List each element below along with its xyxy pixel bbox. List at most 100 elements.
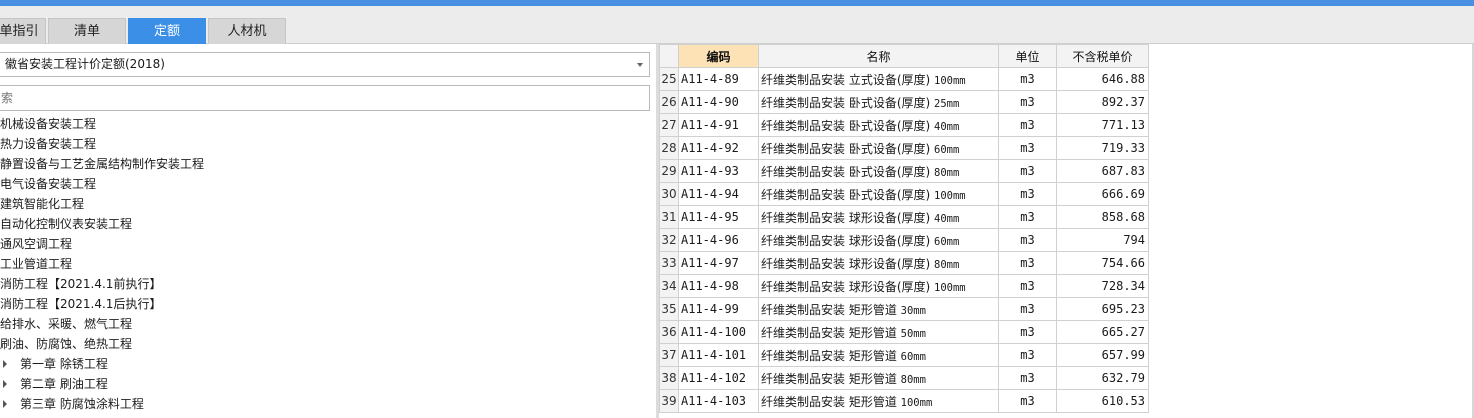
cell-unit[interactable]: m3 xyxy=(998,343,1057,367)
tab-bill-list[interactable]: 清单 xyxy=(48,18,126,44)
tab-list-guide[interactable]: 单指引 xyxy=(0,18,46,44)
cell-code[interactable]: A11-4-98 xyxy=(678,274,759,298)
row-number[interactable]: 31 xyxy=(659,205,679,229)
table-row[interactable]: 26 A11-4-90 纤维类制品安装 卧式设备(厚度) 25mm m3 892.37 xyxy=(659,90,1149,114)
cell-name[interactable]: 纤维类制品安装 卧式设备(厚度) 25mm xyxy=(758,90,999,114)
cell-price[interactable]: 719.33 xyxy=(1056,136,1149,160)
row-number[interactable]: 33 xyxy=(659,251,679,275)
cell-name[interactable]: 纤维类制品安装 卧式设备(厚度) 40mm xyxy=(758,113,999,137)
cell-unit[interactable]: m3 xyxy=(998,320,1057,344)
row-number[interactable]: 26 xyxy=(659,90,679,114)
column-header-unit[interactable]: 单位 xyxy=(998,44,1057,68)
cell-unit[interactable]: m3 xyxy=(998,297,1057,321)
cell-code[interactable]: A11-4-100 xyxy=(678,320,759,344)
tree-item[interactable]: 消防工程【2021.4.1前执行】 xyxy=(0,274,656,294)
table-row[interactable]: 30 A11-4-94 纤维类制品安装 卧式设备(厚度) 100mm m3 666.69 xyxy=(659,182,1149,206)
table-row[interactable]: 36 A11-4-100 纤维类制品安装 矩形管道 50mm m3 665.27 xyxy=(659,320,1149,344)
row-number[interactable]: 32 xyxy=(659,228,679,252)
cell-price[interactable]: 858.68 xyxy=(1056,205,1149,229)
cell-code[interactable]: A11-4-96 xyxy=(678,228,759,252)
cell-code[interactable]: A11-4-94 xyxy=(678,182,759,206)
cell-code[interactable]: A11-4-90 xyxy=(678,90,759,114)
cell-price[interactable]: 695.23 xyxy=(1056,297,1149,321)
quota-library-select[interactable]: 徽省安装工程计价定额(2018) xyxy=(0,52,650,77)
cell-price[interactable]: 666.69 xyxy=(1056,182,1149,206)
cell-price[interactable]: 657.99 xyxy=(1056,343,1149,367)
tree-item[interactable]: 热力设备安装工程 xyxy=(0,134,656,154)
cell-code[interactable]: A11-4-89 xyxy=(678,67,759,91)
cell-unit[interactable]: m3 xyxy=(998,90,1057,114)
tree-item[interactable]: 第一章 除锈工程 xyxy=(0,354,656,374)
cell-name[interactable]: 纤维类制品安装 矩形管道 100mm xyxy=(758,389,999,413)
row-number[interactable]: 29 xyxy=(659,159,679,183)
caret-right-icon[interactable] xyxy=(3,400,7,408)
cell-price[interactable]: 892.37 xyxy=(1056,90,1149,114)
table-row[interactable]: 38 A11-4-102 纤维类制品安装 矩形管道 80mm m3 632.79 xyxy=(659,366,1149,390)
row-number[interactable]: 38 xyxy=(659,366,679,390)
cell-name[interactable]: 纤维类制品安装 卧式设备(厚度) 60mm xyxy=(758,136,999,160)
cell-name[interactable]: 纤维类制品安装 卧式设备(厚度) 80mm xyxy=(758,159,999,183)
cell-unit[interactable]: m3 xyxy=(998,113,1057,137)
cell-code[interactable]: A11-4-102 xyxy=(678,366,759,390)
cell-name[interactable]: 纤维类制品安装 矩形管道 80mm xyxy=(758,366,999,390)
table-row[interactable]: 29 A11-4-93 纤维类制品安装 卧式设备(厚度) 80mm m3 687.83 xyxy=(659,159,1149,183)
tree-item[interactable]: 给排水、采暖、燃气工程 xyxy=(0,314,656,334)
cell-price[interactable]: 665.27 xyxy=(1056,320,1149,344)
cell-unit[interactable]: m3 xyxy=(998,389,1057,413)
cell-code[interactable]: A11-4-93 xyxy=(678,159,759,183)
caret-right-icon[interactable] xyxy=(3,360,7,368)
table-row[interactable]: 37 A11-4-101 纤维类制品安装 矩形管道 60mm m3 657.99 xyxy=(659,343,1149,367)
row-number[interactable]: 35 xyxy=(659,297,679,321)
table-row[interactable]: 31 A11-4-95 纤维类制品安装 球形设备(厚度) 40mm m3 858.68 xyxy=(659,205,1149,229)
cell-price[interactable]: 610.53 xyxy=(1056,389,1149,413)
search-input[interactable] xyxy=(0,86,649,110)
table-row[interactable]: 35 A11-4-99 纤维类制品安装 矩形管道 30mm m3 695.23 xyxy=(659,297,1149,321)
tree-item[interactable]: 机械设备安装工程 xyxy=(0,114,656,134)
cell-name[interactable]: 纤维类制品安装 立式设备(厚度) 100mm xyxy=(758,67,999,91)
tree-item[interactable]: 刷油、防腐蚀、绝热工程 xyxy=(0,334,656,354)
tab-quota[interactable]: 定额 xyxy=(128,18,206,44)
column-header-code[interactable]: 编码 xyxy=(678,44,759,68)
row-number[interactable]: 37 xyxy=(659,343,679,367)
cell-unit[interactable]: m3 xyxy=(998,274,1057,298)
cell-price[interactable]: 646.88 xyxy=(1056,67,1149,91)
row-number[interactable]: 34 xyxy=(659,274,679,298)
row-number[interactable]: 39 xyxy=(659,389,679,413)
cell-code[interactable]: A11-4-103 xyxy=(678,389,759,413)
cell-unit[interactable]: m3 xyxy=(998,228,1057,252)
table-row[interactable]: 33 A11-4-97 纤维类制品安装 球形设备(厚度) 80mm m3 754.66 xyxy=(659,251,1149,275)
cell-unit[interactable]: m3 xyxy=(998,67,1057,91)
cell-code[interactable]: A11-4-95 xyxy=(678,205,759,229)
cell-name[interactable]: 纤维类制品安装 矩形管道 60mm xyxy=(758,343,999,367)
tree-item[interactable]: 自动化控制仪表安装工程 xyxy=(0,214,656,234)
table-row[interactable]: 32 A11-4-96 纤维类制品安装 球形设备(厚度) 60mm m3 794 xyxy=(659,228,1149,252)
tree-item[interactable]: 第二章 刷油工程 xyxy=(0,374,656,394)
tree-item[interactable]: 电气设备安装工程 xyxy=(0,174,656,194)
cell-code[interactable]: A11-4-101 xyxy=(678,343,759,367)
cell-unit[interactable]: m3 xyxy=(998,366,1057,390)
chevron-down-icon[interactable] xyxy=(637,63,643,67)
cell-price[interactable]: 794 xyxy=(1056,228,1149,252)
column-header-name[interactable]: 名称 xyxy=(758,44,999,68)
cell-name[interactable]: 纤维类制品安装 球形设备(厚度) 80mm xyxy=(758,251,999,275)
table-row[interactable]: 39 A11-4-103 纤维类制品安装 矩形管道 100mm m3 610.53 xyxy=(659,389,1149,413)
cell-price[interactable]: 687.83 xyxy=(1056,159,1149,183)
cell-code[interactable]: A11-4-92 xyxy=(678,136,759,160)
cell-code[interactable]: A11-4-91 xyxy=(678,113,759,137)
cell-code[interactable]: A11-4-97 xyxy=(678,251,759,275)
tree-item[interactable]: 消防工程【2021.4.1后执行】 xyxy=(0,294,656,314)
cell-unit[interactable]: m3 xyxy=(998,182,1057,206)
cell-price[interactable]: 632.79 xyxy=(1056,366,1149,390)
cell-unit[interactable]: m3 xyxy=(998,136,1057,160)
row-number[interactable]: 30 xyxy=(659,182,679,206)
tree-item[interactable]: 第三章 防腐蚀涂料工程 xyxy=(0,394,656,414)
row-number[interactable]: 28 xyxy=(659,136,679,160)
cell-name[interactable]: 纤维类制品安装 球形设备(厚度) 40mm xyxy=(758,205,999,229)
tab-labor-material-machine[interactable]: 人材机 xyxy=(208,18,286,44)
cell-name[interactable]: 纤维类制品安装 矩形管道 50mm xyxy=(758,320,999,344)
tree-item[interactable]: 静置设备与工艺金属结构制作安装工程 xyxy=(0,154,656,174)
search-box[interactable] xyxy=(0,85,650,111)
row-number[interactable]: 27 xyxy=(659,113,679,137)
cell-price[interactable]: 728.34 xyxy=(1056,274,1149,298)
table-row[interactable]: 25 A11-4-89 纤维类制品安装 立式设备(厚度) 100mm m3 646.88 xyxy=(659,67,1149,91)
